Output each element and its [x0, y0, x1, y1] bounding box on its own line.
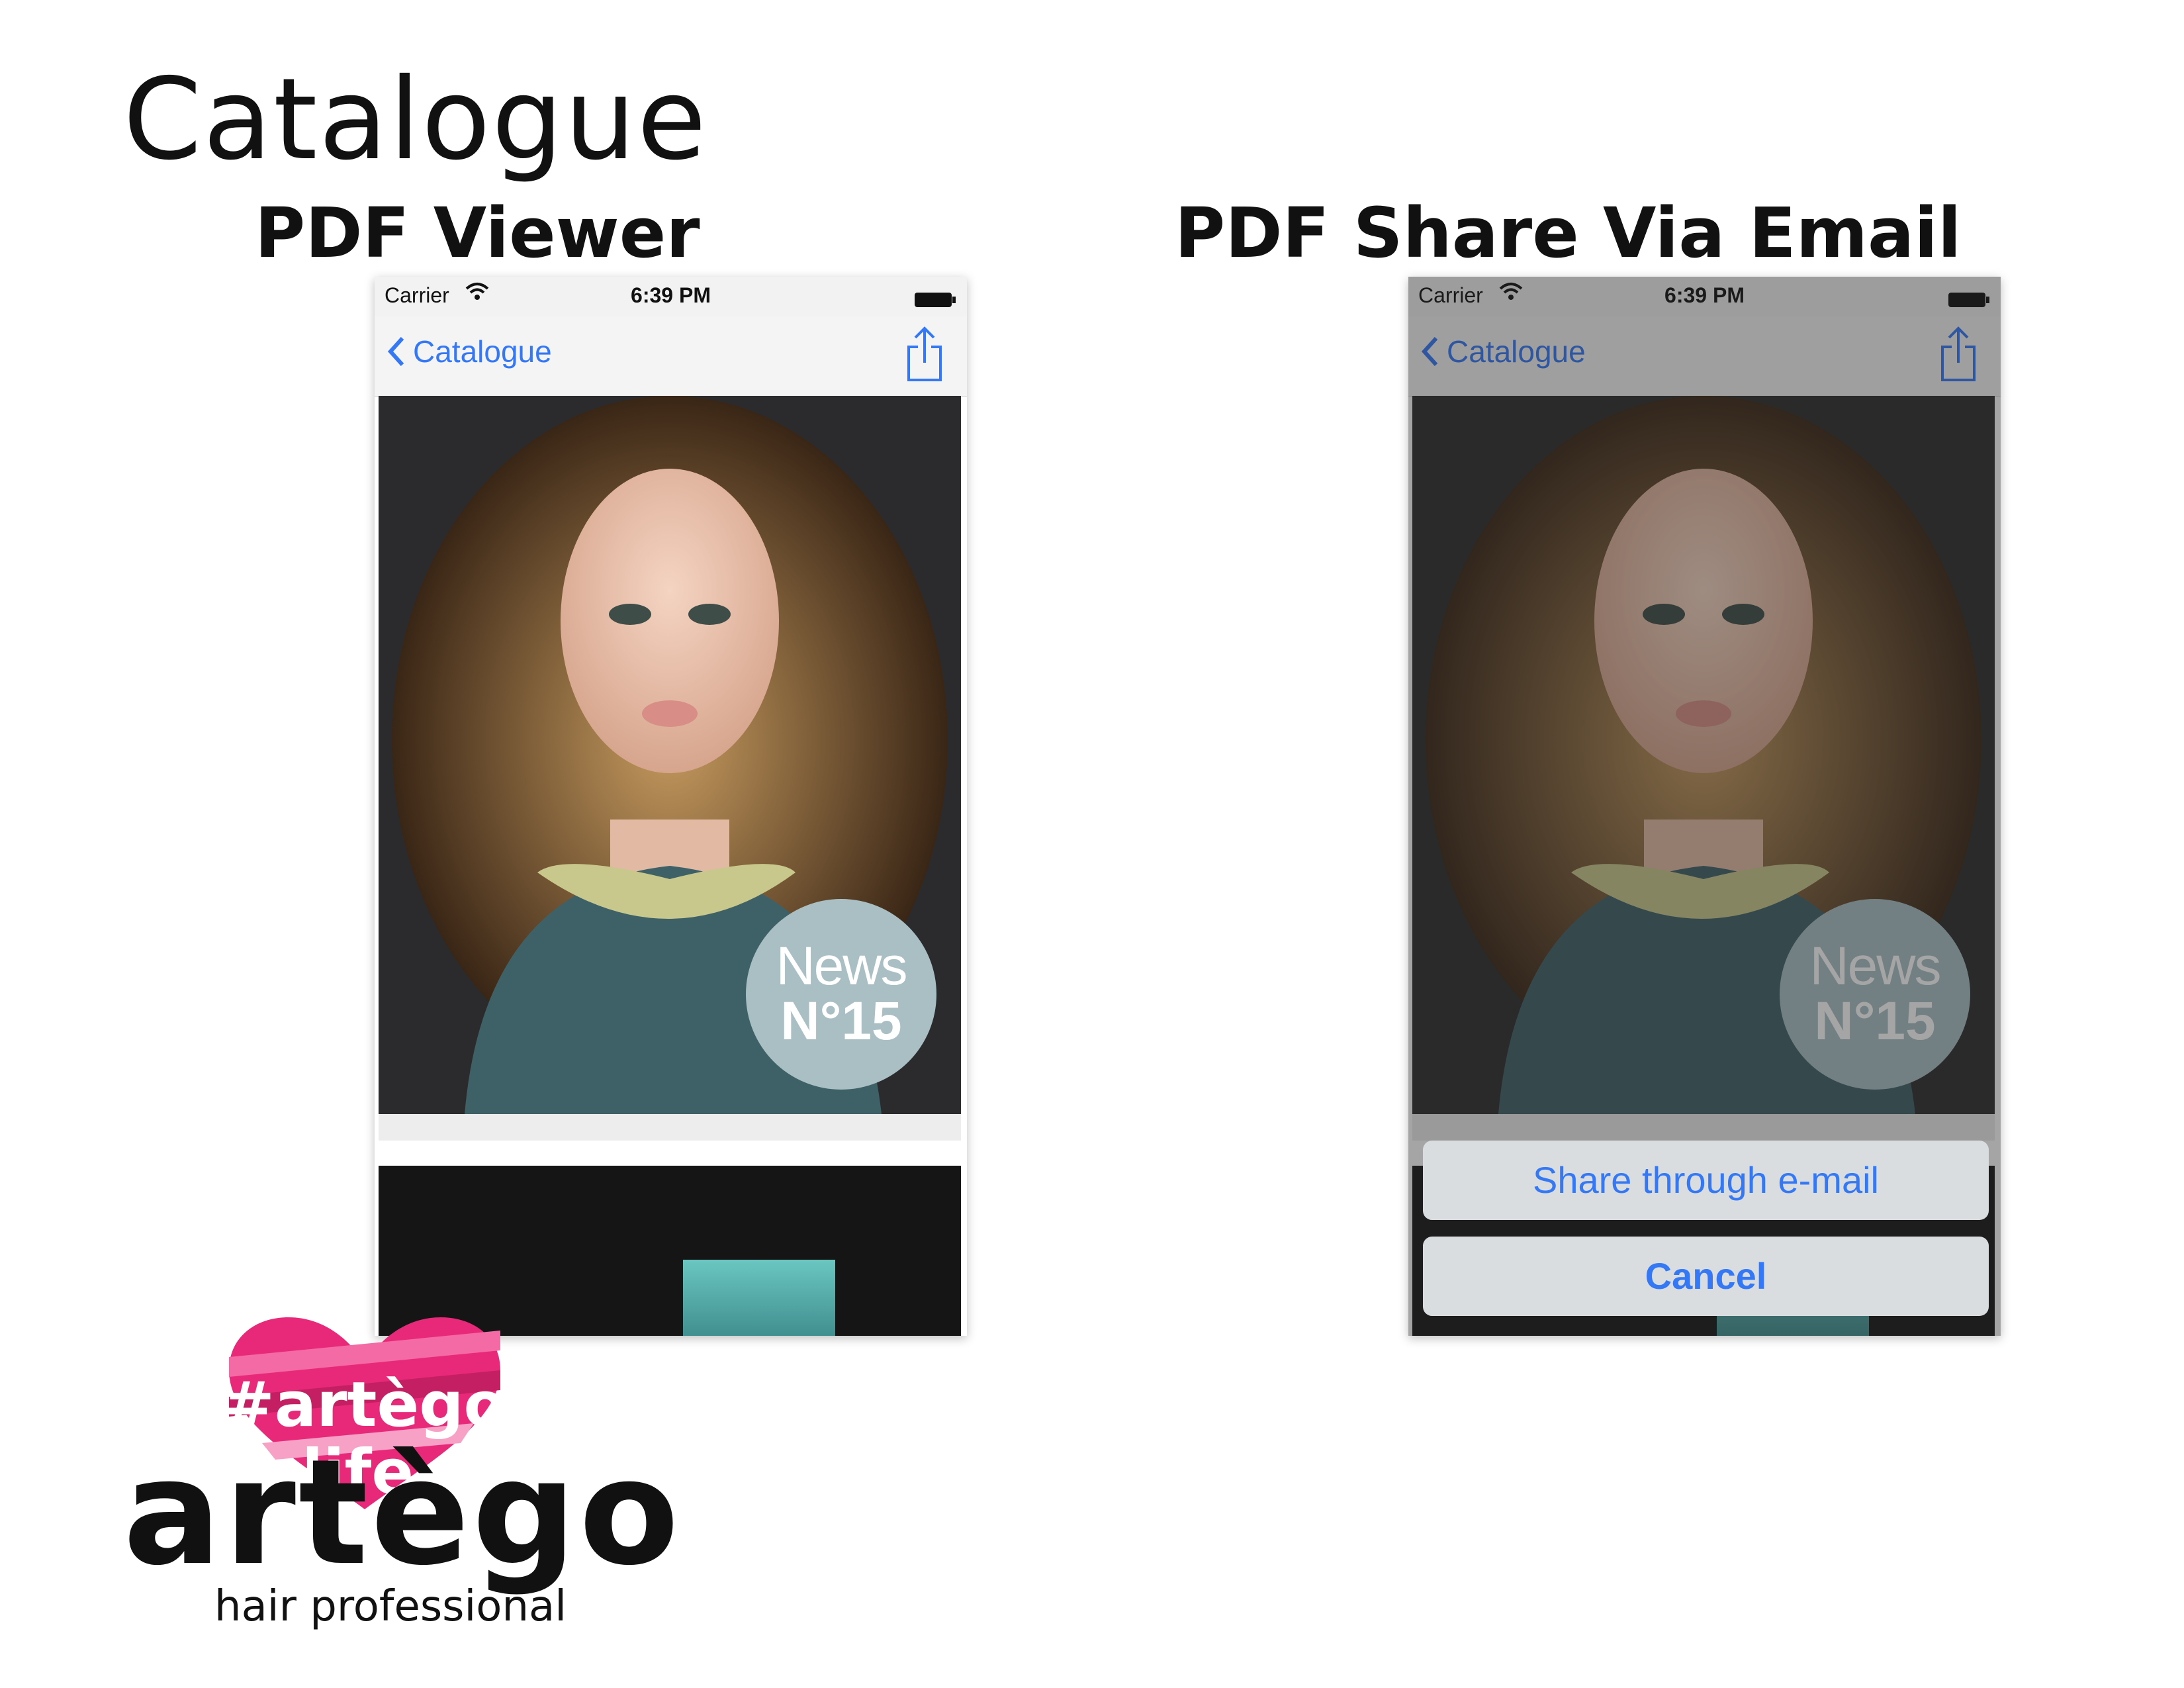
status-time: 6:39 PM [631, 283, 711, 307]
pdf-share-label: PDF Share Via Email [1175, 193, 1962, 273]
share-email-button[interactable]: Share through e-mail [1423, 1141, 1989, 1220]
chevron-left-icon [387, 336, 404, 367]
badge-issue-number: N°15 [780, 991, 902, 1051]
brand-tagline: hair professional [214, 1582, 567, 1631]
catalogue-next-page[interactable] [379, 1141, 961, 1336]
battery-icon [914, 289, 956, 307]
share-icon [907, 326, 942, 381]
pdf-viewer-screen: Carrier 6:39 PM Catalogue News N°15 [375, 277, 967, 1336]
brand-name: artègo [123, 1428, 682, 1597]
badge-news-label: News [776, 936, 907, 996]
artego-logo: #artègo life artègo hair professional [123, 1317, 679, 1635]
back-button-label: Catalogue [413, 334, 552, 369]
back-button[interactable]: Catalogue [387, 334, 552, 369]
share-button[interactable] [905, 326, 944, 386]
cancel-button[interactable]: Cancel [1423, 1237, 1989, 1316]
catalogue-cover-page[interactable]: News N°15 [379, 396, 961, 1114]
news-badge: News N°15 [746, 899, 936, 1090]
page-separator [379, 1114, 961, 1141]
status-bar: Carrier 6:39 PM [375, 277, 967, 316]
pdf-share-screen: Carrier 6:39 PM Catalogue News N°15 Shar… [1408, 277, 2001, 1336]
pdf-viewer-label: PDF Viewer [255, 193, 700, 273]
page-background [379, 1166, 961, 1336]
product-box-image [683, 1260, 835, 1336]
page-title: Catalogue [123, 54, 708, 185]
navigation-bar: Catalogue [375, 316, 967, 397]
